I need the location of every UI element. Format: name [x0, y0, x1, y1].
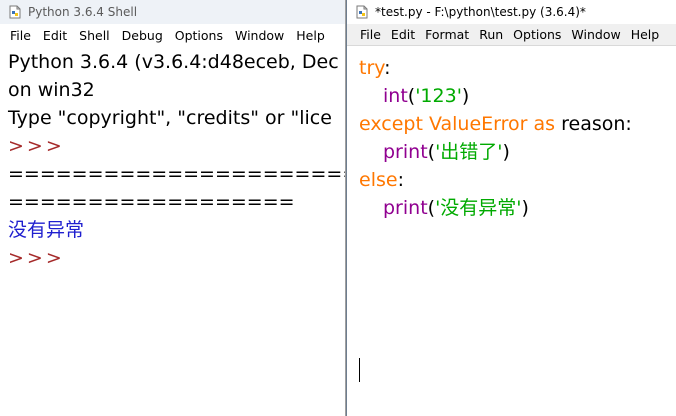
code-builtin: print [383, 141, 428, 163]
shell-prompt: >>> [8, 135, 65, 157]
code-keyword: else [359, 169, 398, 191]
editor-title: *test.py - F:\python\test.py (3.6.4)* [375, 5, 586, 19]
editor-menu-options[interactable]: Options [508, 27, 566, 42]
editor-titlebar[interactable]: *test.py - F:\python\test.py (3.6.4)* [347, 0, 676, 24]
code-builtin: print [383, 197, 428, 219]
editor-menu-window[interactable]: Window [566, 27, 625, 42]
python-file-icon [9, 5, 21, 19]
shell-restart-line: ===================================== [8, 163, 345, 185]
editor-menu-edit[interactable]: Edit [386, 27, 420, 42]
shell-title: Python 3.6.4 Shell [28, 5, 138, 19]
shell-menubar: File Edit Shell Debug Options Window Hel… [0, 24, 345, 46]
shell-titlebar[interactable]: Python 3.6.4 Shell [0, 0, 345, 24]
code-punct: ) [461, 85, 470, 107]
shell-menu-file[interactable]: File [4, 28, 37, 43]
code-punct: ) [521, 197, 529, 219]
editor-window: *test.py - F:\python\test.py (3.6.4)* Fi… [346, 0, 676, 416]
code-line: print('出错了') [383, 138, 510, 166]
code-keyword: as [533, 113, 556, 135]
code-string: '没有异常' [435, 197, 522, 219]
shell-banner-line: Type "copyright", "credits" or "lice [8, 107, 332, 129]
shell-banner-line: Python 3.6.4 (v3.6.4:d48eceb, Dec [8, 51, 339, 73]
code-punct: ( [427, 197, 436, 219]
python-file-icon [356, 5, 368, 19]
code-punct: ) [502, 141, 510, 163]
shell-output-area[interactable]: Python 3.6.4 (v3.6.4:d48eceb, Dec on win… [0, 48, 345, 416]
shell-restart-line: ================== [8, 191, 295, 213]
code-editor-area[interactable]: try: int('123') except ValueError as rea… [347, 50, 676, 416]
editor-menu-help[interactable]: Help [626, 27, 665, 42]
editor-menu-format[interactable]: Format [420, 27, 474, 42]
shell-menu-debug[interactable]: Debug [116, 28, 169, 43]
code-punct: ( [427, 141, 436, 163]
code-punct: : [384, 57, 391, 79]
shell-menu-help[interactable]: Help [290, 28, 331, 43]
shell-banner-line: on win32 [8, 79, 95, 101]
shell-menu-shell[interactable]: Shell [73, 28, 116, 43]
shell-window: Python 3.6.4 Shell File Edit Shell Debug… [0, 0, 346, 416]
shell-menu-edit[interactable]: Edit [37, 28, 73, 43]
code-line: except ValueError as reason: [359, 110, 632, 138]
code-punct: : [397, 169, 404, 191]
shell-stdout-line: 没有异常 [8, 219, 85, 241]
code-line: try: [359, 54, 391, 82]
code-line: else: [359, 166, 404, 194]
code-exception: ValueError [428, 113, 528, 135]
code-line: print('没有异常') [383, 194, 529, 222]
shell-menu-window[interactable]: Window [229, 28, 290, 43]
code-builtin: int [383, 85, 408, 107]
editor-menu-run[interactable]: Run [474, 27, 508, 42]
text-cursor [359, 358, 360, 382]
code-keyword: try [359, 57, 385, 79]
shell-prompt: >>> [8, 247, 65, 269]
editor-menubar: File Edit Format Run Options Window Help [347, 24, 676, 46]
code-identifier: reason: [561, 113, 632, 135]
editor-menu-file[interactable]: File [355, 27, 386, 42]
code-keyword: except [359, 113, 423, 135]
code-string: '123' [415, 85, 462, 107]
shell-menu-options[interactable]: Options [169, 28, 229, 43]
code-string: '出错了' [435, 141, 503, 163]
code-line: int('123') [383, 82, 469, 110]
